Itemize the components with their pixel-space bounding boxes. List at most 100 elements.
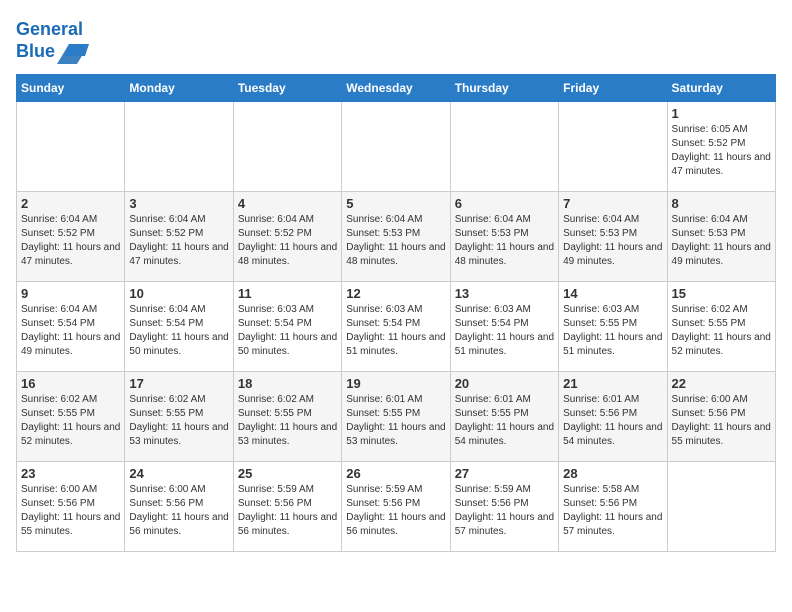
day-info: Sunrise: 6:04 AM Sunset: 5:54 PM Dayligh…: [129, 303, 228, 359]
day-number: 14: [563, 286, 662, 301]
day-number: 24: [129, 466, 228, 481]
header-tuesday: Tuesday: [233, 74, 341, 101]
day-number: 19: [346, 376, 445, 391]
day-info: Sunrise: 6:02 AM Sunset: 5:55 PM Dayligh…: [238, 393, 337, 449]
day-cell: 16 Sunrise: 6:02 AM Sunset: 5:55 PM Dayli…: [17, 371, 125, 461]
day-info: Sunrise: 6:02 AM Sunset: 5:55 PM Dayligh…: [672, 303, 771, 359]
day-number: 8: [672, 196, 771, 211]
header-wednesday: Wednesday: [342, 74, 450, 101]
day-number: 4: [238, 196, 337, 211]
day-number: 15: [672, 286, 771, 301]
day-cell: 10 Sunrise: 6:04 AM Sunset: 5:54 PM Dayli…: [125, 281, 233, 371]
day-number: 11: [238, 286, 337, 301]
day-cell: [233, 101, 341, 191]
page-header: General Blue: [16, 16, 776, 64]
day-info: Sunrise: 6:05 AM Sunset: 5:52 PM Dayligh…: [672, 123, 771, 179]
day-cell: 5 Sunrise: 6:04 AM Sunset: 5:53 PM Daylig…: [342, 191, 450, 281]
header-sunday: Sunday: [17, 74, 125, 101]
day-number: 13: [455, 286, 554, 301]
day-cell: 14 Sunrise: 6:03 AM Sunset: 5:55 PM Dayli…: [559, 281, 667, 371]
day-cell: 25Sunrise: 5:59 AM Sunset: 5:56 PM Dayli…: [233, 461, 341, 551]
day-cell: 23 Sunrise: 6:00 AM Sunset: 5:56 PM Dayli…: [17, 461, 125, 551]
day-cell: 21Sunrise: 6:01 AM Sunset: 5:56 PM Dayli…: [559, 371, 667, 461]
day-cell: 20 Sunrise: 6:01 AM Sunset: 5:55 PM Dayli…: [450, 371, 558, 461]
day-number: 16: [21, 376, 120, 391]
day-info: Sunrise: 6:04 AM Sunset: 5:52 PM Dayligh…: [21, 213, 120, 269]
day-info: Sunrise: 6:02 AM Sunset: 5:55 PM Dayligh…: [129, 393, 228, 449]
day-number: 12: [346, 286, 445, 301]
day-info: Sunrise: 6:03 AM Sunset: 5:54 PM Dayligh…: [346, 303, 445, 359]
day-info: Sunrise: 6:00 AM Sunset: 5:56 PM Dayligh…: [129, 483, 228, 539]
week-row-3: 9Sunrise: 6:04 AM Sunset: 5:54 PM Daylig…: [17, 281, 776, 371]
day-cell: 12 Sunrise: 6:03 AM Sunset: 5:54 PM Dayli…: [342, 281, 450, 371]
day-cell: 7Sunrise: 6:04 AM Sunset: 5:53 PM Daylig…: [559, 191, 667, 281]
day-info: Sunrise: 6:03 AM Sunset: 5:54 PM Dayligh…: [238, 303, 337, 359]
day-number: 3: [129, 196, 228, 211]
day-info: Sunrise: 6:04 AM Sunset: 5:54 PM Dayligh…: [21, 303, 120, 359]
logo-text-blue: Blue: [16, 42, 55, 62]
logo: General Blue: [16, 20, 89, 64]
day-cell: 9Sunrise: 6:04 AM Sunset: 5:54 PM Daylig…: [17, 281, 125, 371]
day-cell: [17, 101, 125, 191]
day-cell: 1 Sunrise: 6:05 AM Sunset: 5:52 PM Daylig…: [667, 101, 775, 191]
header-monday: Monday: [125, 74, 233, 101]
day-cell: [450, 101, 558, 191]
day-info: Sunrise: 6:04 AM Sunset: 5:53 PM Dayligh…: [563, 213, 662, 269]
day-cell: 17 Sunrise: 6:02 AM Sunset: 5:55 PM Dayli…: [125, 371, 233, 461]
day-cell: 15 Sunrise: 6:02 AM Sunset: 5:55 PM Dayli…: [667, 281, 775, 371]
day-number: 2: [21, 196, 120, 211]
day-info: Sunrise: 6:04 AM Sunset: 5:53 PM Dayligh…: [672, 213, 771, 269]
day-number: 5: [346, 196, 445, 211]
week-row-2: 2 Sunrise: 6:04 AM Sunset: 5:52 PM Daylig…: [17, 191, 776, 281]
calendar-body: 1 Sunrise: 6:05 AM Sunset: 5:52 PM Daylig…: [17, 101, 776, 551]
day-info: Sunrise: 6:02 AM Sunset: 5:55 PM Dayligh…: [21, 393, 120, 449]
day-cell: 3Sunrise: 6:04 AM Sunset: 5:52 PM Daylig…: [125, 191, 233, 281]
header-friday: Friday: [559, 74, 667, 101]
week-row-1: 1 Sunrise: 6:05 AM Sunset: 5:52 PM Daylig…: [17, 101, 776, 191]
day-number: 20: [455, 376, 554, 391]
day-cell: 6 Sunrise: 6:04 AM Sunset: 5:53 PM Daylig…: [450, 191, 558, 281]
header-thursday: Thursday: [450, 74, 558, 101]
day-cell: [342, 101, 450, 191]
day-number: 27: [455, 466, 554, 481]
day-cell: 26Sunrise: 5:59 AM Sunset: 5:56 PM Dayli…: [342, 461, 450, 551]
day-info: Sunrise: 6:00 AM Sunset: 5:56 PM Dayligh…: [21, 483, 120, 539]
day-cell: 19 Sunrise: 6:01 AM Sunset: 5:55 PM Dayli…: [342, 371, 450, 461]
header-saturday: Saturday: [667, 74, 775, 101]
day-number: 28: [563, 466, 662, 481]
day-number: 22: [672, 376, 771, 391]
day-cell: 13 Sunrise: 6:03 AM Sunset: 5:54 PM Dayli…: [450, 281, 558, 371]
day-cell: [559, 101, 667, 191]
day-info: Sunrise: 6:04 AM Sunset: 5:53 PM Dayligh…: [346, 213, 445, 269]
day-number: 1: [672, 106, 771, 121]
day-cell: [125, 101, 233, 191]
day-number: 23: [21, 466, 120, 481]
calendar-table: SundayMondayTuesdayWednesdayThursdayFrid…: [16, 74, 776, 552]
day-info: Sunrise: 5:59 AM Sunset: 5:56 PM Dayligh…: [455, 483, 554, 539]
day-cell: 4Sunrise: 6:04 AM Sunset: 5:52 PM Daylig…: [233, 191, 341, 281]
day-info: Sunrise: 6:01 AM Sunset: 5:55 PM Dayligh…: [346, 393, 445, 449]
day-info: Sunrise: 6:03 AM Sunset: 5:55 PM Dayligh…: [563, 303, 662, 359]
week-row-4: 16 Sunrise: 6:02 AM Sunset: 5:55 PM Dayli…: [17, 371, 776, 461]
day-cell: 28Sunrise: 5:58 AM Sunset: 5:56 PM Dayli…: [559, 461, 667, 551]
day-cell: 18 Sunrise: 6:02 AM Sunset: 5:55 PM Dayli…: [233, 371, 341, 461]
day-info: Sunrise: 5:59 AM Sunset: 5:56 PM Dayligh…: [346, 483, 445, 539]
day-info: Sunrise: 6:00 AM Sunset: 5:56 PM Dayligh…: [672, 393, 771, 449]
day-info: Sunrise: 6:01 AM Sunset: 5:56 PM Dayligh…: [563, 393, 662, 449]
day-cell: 24 Sunrise: 6:00 AM Sunset: 5:56 PM Dayli…: [125, 461, 233, 551]
day-info: Sunrise: 6:03 AM Sunset: 5:54 PM Dayligh…: [455, 303, 554, 359]
calendar-header-row: SundayMondayTuesdayWednesdayThursdayFrid…: [17, 74, 776, 101]
day-cell: 8 Sunrise: 6:04 AM Sunset: 5:53 PM Daylig…: [667, 191, 775, 281]
week-row-5: 23 Sunrise: 6:00 AM Sunset: 5:56 PM Dayli…: [17, 461, 776, 551]
day-cell: 11 Sunrise: 6:03 AM Sunset: 5:54 PM Dayli…: [233, 281, 341, 371]
day-number: 10: [129, 286, 228, 301]
day-info: Sunrise: 6:01 AM Sunset: 5:55 PM Dayligh…: [455, 393, 554, 449]
day-cell: 27 Sunrise: 5:59 AM Sunset: 5:56 PM Dayli…: [450, 461, 558, 551]
day-cell: 22 Sunrise: 6:00 AM Sunset: 5:56 PM Dayli…: [667, 371, 775, 461]
day-number: 18: [238, 376, 337, 391]
day-cell: 2 Sunrise: 6:04 AM Sunset: 5:52 PM Daylig…: [17, 191, 125, 281]
day-number: 25: [238, 466, 337, 481]
day-number: 6: [455, 196, 554, 211]
day-info: Sunrise: 6:04 AM Sunset: 5:53 PM Dayligh…: [455, 213, 554, 269]
day-number: 17: [129, 376, 228, 391]
